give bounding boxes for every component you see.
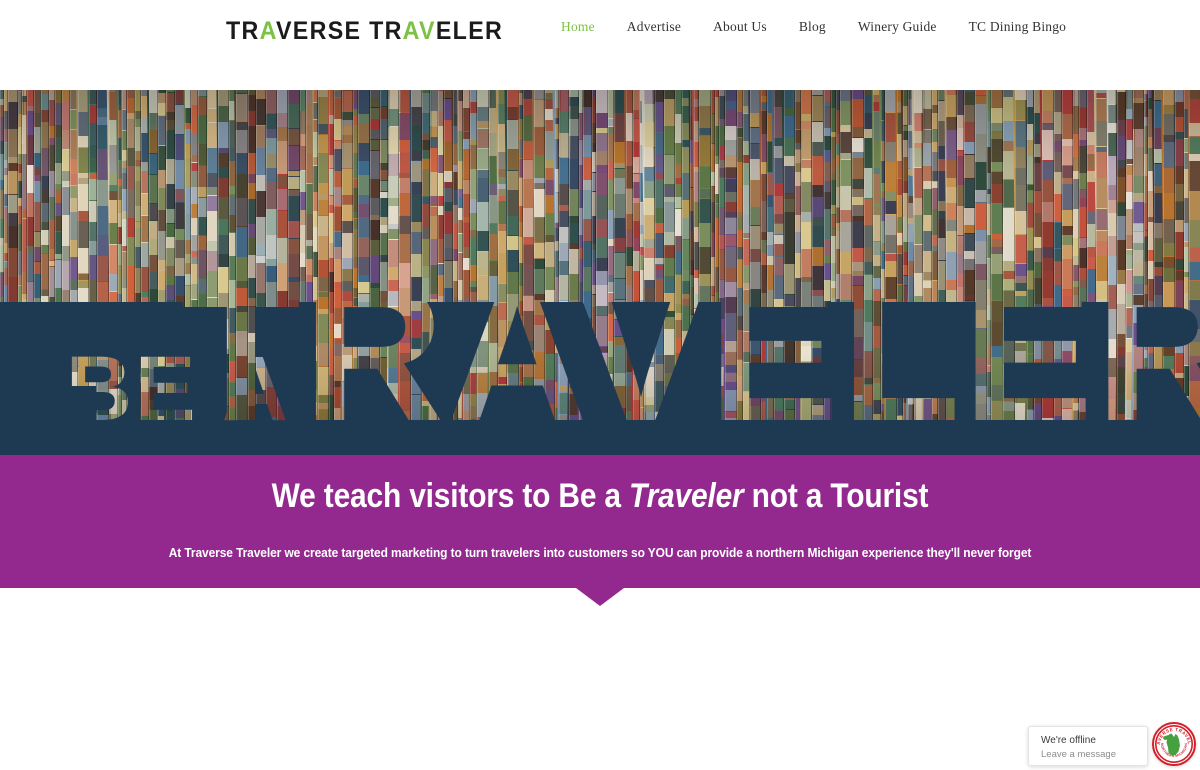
hero-banner: TRAVELER BE A: [0, 90, 1200, 455]
chat-widget: We're offline Leave a message TRAVERSE T…: [1028, 722, 1196, 766]
chat-offline-bubble[interactable]: We're offline Leave a message: [1028, 726, 1148, 766]
headline-part-1: We teach visitors to Be a: [271, 477, 630, 515]
logo-text-part2: VERSE TR: [275, 17, 403, 45]
nav-item-blog[interactable]: Blog: [783, 19, 842, 35]
chat-launcher-badge[interactable]: TRAVERSE TRAVELER NORTHERN MICHIGAN: [1152, 722, 1196, 766]
site-logo[interactable]: TRAVERSE TRAVELER: [226, 17, 503, 46]
logo-text-part3: ELER: [435, 17, 504, 45]
headline-italic-word: Traveler: [629, 477, 744, 515]
logo-accent-v: V: [419, 17, 436, 45]
tagline-band: [0, 455, 1200, 588]
nav-item-home[interactable]: Home: [545, 19, 611, 35]
site-header: TRAVERSE TRAVELER Home Advertise About Us B…: [0, 0, 1200, 90]
nav-item-winery-guide[interactable]: Winery Guide: [842, 19, 953, 35]
logo-accent-a1: A: [259, 17, 276, 45]
chat-status-text: We're offline: [1041, 735, 1096, 746]
band-arrow-notch: [576, 588, 624, 606]
nav-item-advertise[interactable]: Advertise: [611, 19, 697, 35]
hero-paper-texture: [0, 90, 1200, 455]
logo-text-part1: TR: [226, 17, 260, 45]
page-subheadline: At Traverse Traveler we create targeted …: [168, 545, 1032, 560]
headline-part-2: not a Tourist: [743, 477, 929, 515]
page-headline: We teach visitors to Be a Traveler not a…: [72, 477, 1128, 516]
product-card-grid: Visitor Channel: [0, 598, 1200, 770]
chat-action-text: Leave a message: [1041, 749, 1116, 760]
nav-item-about-us[interactable]: About Us: [697, 19, 783, 35]
logo-accent-a2: A: [402, 17, 420, 45]
nav-item-tc-dining-bingo[interactable]: TC Dining Bingo: [953, 19, 1083, 35]
main-navigation: Home Advertise About Us Blog Winery Guide TC …: [545, 19, 1082, 35]
page-root: TRAVERSE TRAVELER Home Advertise About Us B…: [0, 0, 1200, 770]
michigan-mitten-icon: TRAVERSE TRAVELER NORTHERN MICHIGAN: [1154, 724, 1194, 764]
